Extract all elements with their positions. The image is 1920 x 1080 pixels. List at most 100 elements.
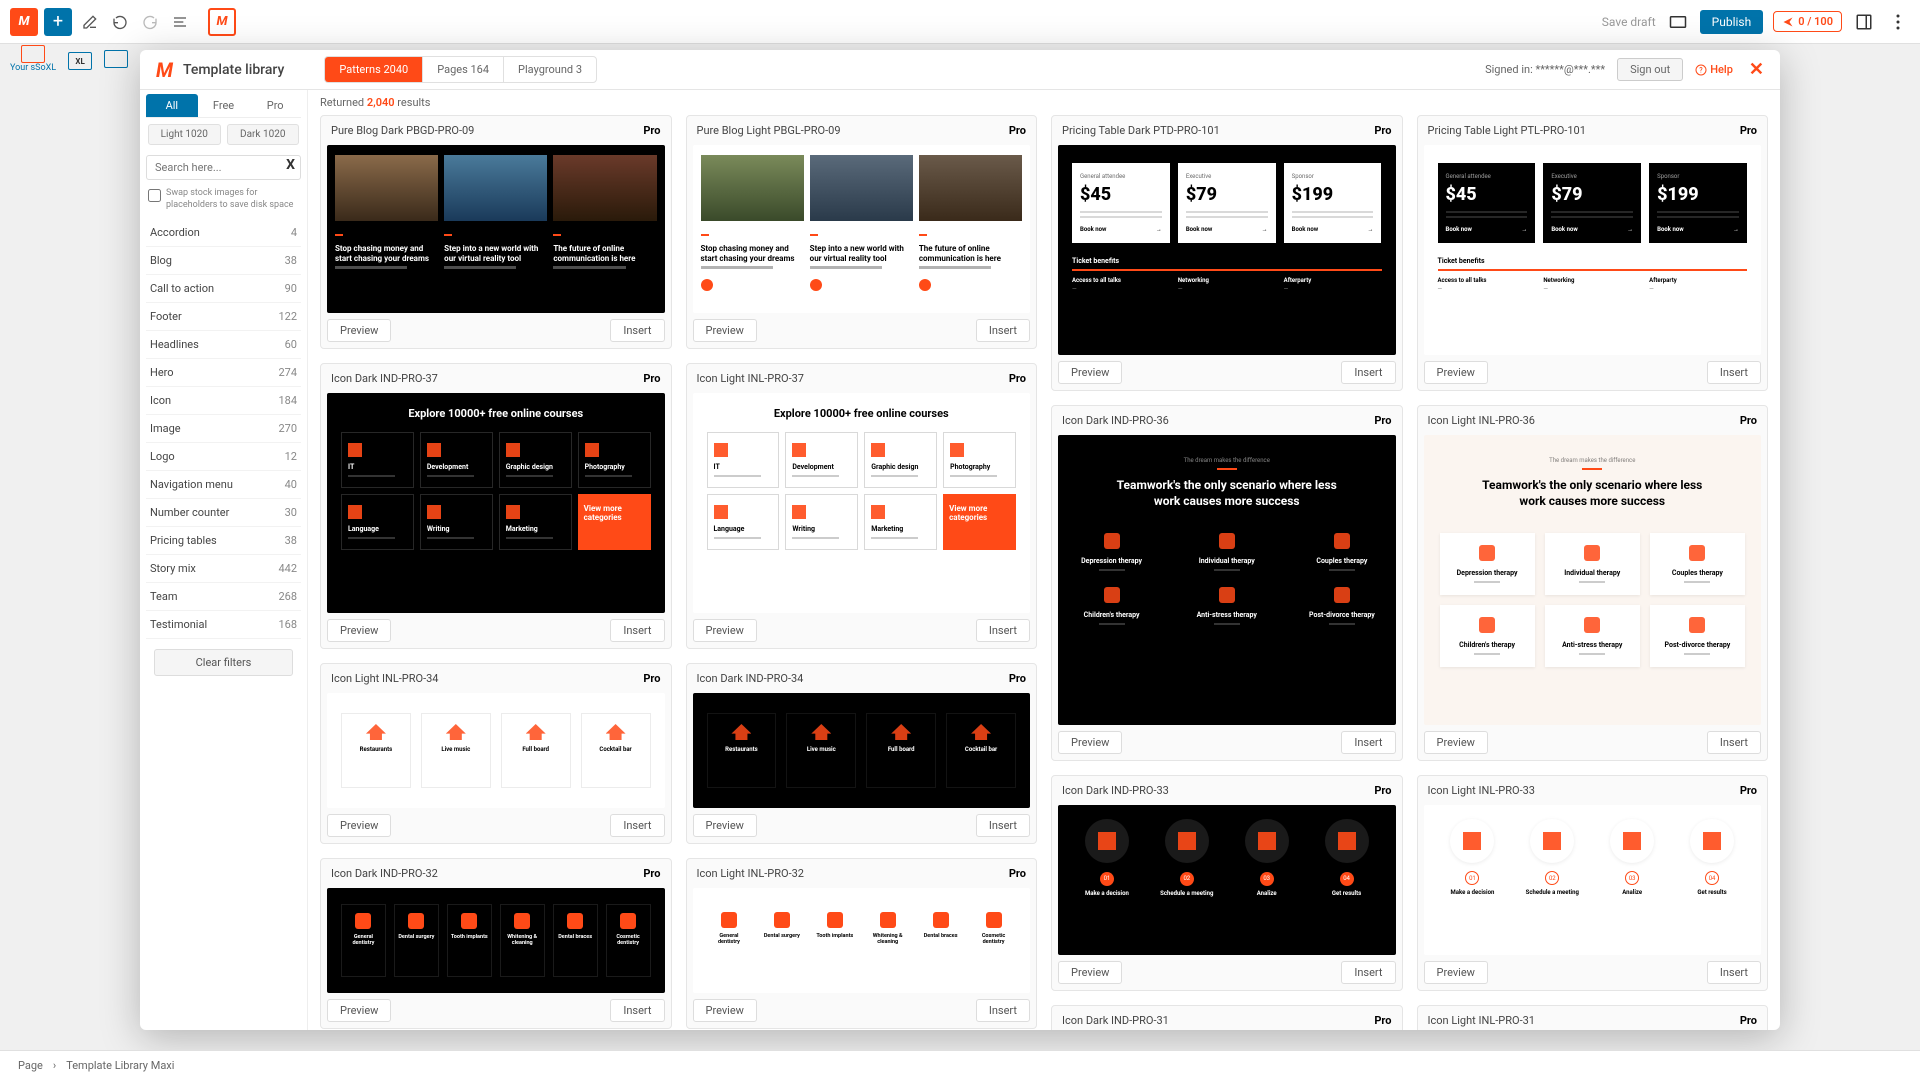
preview-button[interactable]: Preview: [1424, 961, 1488, 984]
template-card: Icon Light INL-PRO-37Pro Explore 10000+ …: [686, 363, 1038, 649]
card-title: Icon Light INL-PRO-34: [331, 672, 438, 685]
insert-button[interactable]: Insert: [976, 814, 1030, 837]
card-title: Icon Light INL-PRO-33: [1428, 784, 1535, 797]
maxi-icon[interactable]: M: [208, 8, 236, 36]
card-title: Icon Dark IND-PRO-34: [697, 672, 804, 685]
template-card: Pricing Table Light PTL-PRO-101Pro Gener…: [1417, 115, 1769, 391]
card-thumbnail: General dentistry Dental surgery Tooth i…: [693, 888, 1031, 993]
preview-button[interactable]: Preview: [693, 319, 757, 342]
category-item[interactable]: Call to action90: [146, 275, 301, 303]
more-icon[interactable]: [1886, 10, 1910, 34]
save-draft-button[interactable]: Save draft: [1602, 15, 1656, 29]
insert-button[interactable]: Insert: [1341, 961, 1395, 984]
breadcrumb-item[interactable]: Template Library Maxi: [66, 1059, 174, 1072]
redo-icon[interactable]: [138, 10, 162, 34]
insert-button[interactable]: Insert: [610, 619, 664, 642]
insert-button[interactable]: Insert: [976, 319, 1030, 342]
insert-button[interactable]: Insert: [610, 999, 664, 1022]
category-item[interactable]: Headlines60: [146, 331, 301, 359]
category-item[interactable]: Team268: [146, 583, 301, 611]
preview-button[interactable]: Preview: [693, 619, 757, 642]
insert-button[interactable]: Insert: [1341, 361, 1395, 384]
insert-button[interactable]: Insert: [1707, 361, 1761, 384]
clear-filters-button[interactable]: Clear filters: [154, 649, 294, 676]
card-thumbnail: 01Make a decision 02Schedule a meeting 0…: [1058, 805, 1396, 955]
card-thumbnail: General attendee$45Book now→ Executive$7…: [1058, 145, 1396, 355]
tab-playground[interactable]: Playground 3: [504, 57, 596, 82]
swap-images-checkbox[interactable]: Swap stock images for placeholders to sa…: [146, 184, 301, 219]
theme-tab-light[interactable]: Light 1020: [148, 124, 221, 145]
search-clear-icon[interactable]: X: [286, 157, 295, 173]
card-title: Pure Blog Light PBGL-PRO-09: [697, 124, 841, 137]
svg-text:?: ?: [1700, 66, 1704, 74]
preview-button[interactable]: Preview: [1058, 731, 1122, 754]
category-item[interactable]: Number counter30: [146, 499, 301, 527]
modal-backdrop: M Template library Patterns 2040 Pages 1…: [0, 44, 1920, 1080]
category-item[interactable]: Hero274: [146, 359, 301, 387]
insert-button[interactable]: Insert: [976, 999, 1030, 1022]
card-thumbnail: General attendee$45Book now→ Executive$7…: [1424, 145, 1762, 355]
view-icon[interactable]: [1666, 10, 1690, 34]
modal-header: M Template library Patterns 2040 Pages 1…: [140, 50, 1780, 90]
category-item[interactable]: Icon184: [146, 387, 301, 415]
card-title: Icon Light INL-PRO-37: [697, 372, 804, 385]
template-card: Icon Dark IND-PRO-32Pro General dentistr…: [320, 858, 672, 1029]
preview-button[interactable]: Preview: [327, 999, 391, 1022]
breadcrumb-item[interactable]: Page: [18, 1059, 43, 1072]
preview-button[interactable]: Preview: [1424, 361, 1488, 384]
insert-button[interactable]: Insert: [976, 619, 1030, 642]
card-title: Icon Dark IND-PRO-32: [331, 867, 438, 880]
results-grid[interactable]: Pure Blog Dark PBGD-PRO-09Pro Stop chasi…: [308, 115, 1780, 1030]
card-thumbnail: Explore 10000+ free online courses IT De…: [693, 393, 1031, 613]
pro-badge: Pro: [643, 124, 660, 137]
preview-button[interactable]: Preview: [327, 619, 391, 642]
tab-pages[interactable]: Pages 164: [423, 57, 504, 82]
theme-tab-dark[interactable]: Dark 1020: [227, 124, 300, 145]
cost-tab-all[interactable]: All: [146, 94, 198, 117]
insert-button[interactable]: Insert: [1707, 731, 1761, 754]
content-type-tabs: Patterns 2040 Pages 164 Playground 3: [324, 56, 597, 83]
category-item[interactable]: Logo12: [146, 443, 301, 471]
credits-pill[interactable]: 0 / 100: [1773, 11, 1842, 32]
preview-button[interactable]: Preview: [693, 814, 757, 837]
sidebar-toggle-icon[interactable]: [1852, 10, 1876, 34]
publish-button[interactable]: Publish: [1700, 10, 1764, 34]
category-item[interactable]: Navigation menu40: [146, 471, 301, 499]
cost-filter-tabs: All Free Pro: [146, 94, 301, 118]
insert-button[interactable]: Insert: [610, 814, 664, 837]
template-card: Icon Dark IND-PRO-34Pro Restaurants Live…: [686, 663, 1038, 844]
category-item[interactable]: Image270: [146, 415, 301, 443]
add-block-button[interactable]: +: [44, 8, 72, 36]
preview-button[interactable]: Preview: [1424, 731, 1488, 754]
close-icon[interactable]: ✕: [1749, 59, 1764, 80]
card-title: Icon Dark IND-PRO-37: [331, 372, 438, 385]
category-item[interactable]: Pricing tables38: [146, 527, 301, 555]
preview-button[interactable]: Preview: [1058, 961, 1122, 984]
category-item[interactable]: Accordion4: [146, 219, 301, 247]
preview-button[interactable]: Preview: [693, 999, 757, 1022]
preview-button[interactable]: Preview: [327, 814, 391, 837]
insert-button[interactable]: Insert: [1341, 731, 1395, 754]
category-item[interactable]: Footer122: [146, 303, 301, 331]
edit-icon[interactable]: [78, 10, 102, 34]
outline-icon[interactable]: [168, 10, 192, 34]
search-input[interactable]: [146, 155, 301, 180]
preview-button[interactable]: Preview: [327, 319, 391, 342]
category-item[interactable]: Testimonial168: [146, 611, 301, 639]
cost-tab-pro[interactable]: Pro: [249, 94, 301, 117]
undo-icon[interactable]: [108, 10, 132, 34]
app-logo[interactable]: M: [10, 8, 38, 36]
results-area: Returned 2,040 results Pure Blog Dark PB…: [308, 90, 1780, 1030]
template-card: Pricing Table Dark PTD-PRO-101Pro Genera…: [1051, 115, 1403, 391]
help-link[interactable]: ? Help: [1695, 63, 1733, 76]
cost-tab-free[interactable]: Free: [198, 94, 250, 117]
sign-out-button[interactable]: Sign out: [1617, 58, 1683, 81]
insert-button[interactable]: Insert: [1707, 961, 1761, 984]
chevron-right-icon: ›: [53, 1059, 56, 1072]
category-item[interactable]: Blog38: [146, 247, 301, 275]
breadcrumb: Page › Template Library Maxi: [0, 1050, 1920, 1080]
insert-button[interactable]: Insert: [610, 319, 664, 342]
category-item[interactable]: Story mix442: [146, 555, 301, 583]
tab-patterns[interactable]: Patterns 2040: [325, 57, 423, 82]
preview-button[interactable]: Preview: [1058, 361, 1122, 384]
